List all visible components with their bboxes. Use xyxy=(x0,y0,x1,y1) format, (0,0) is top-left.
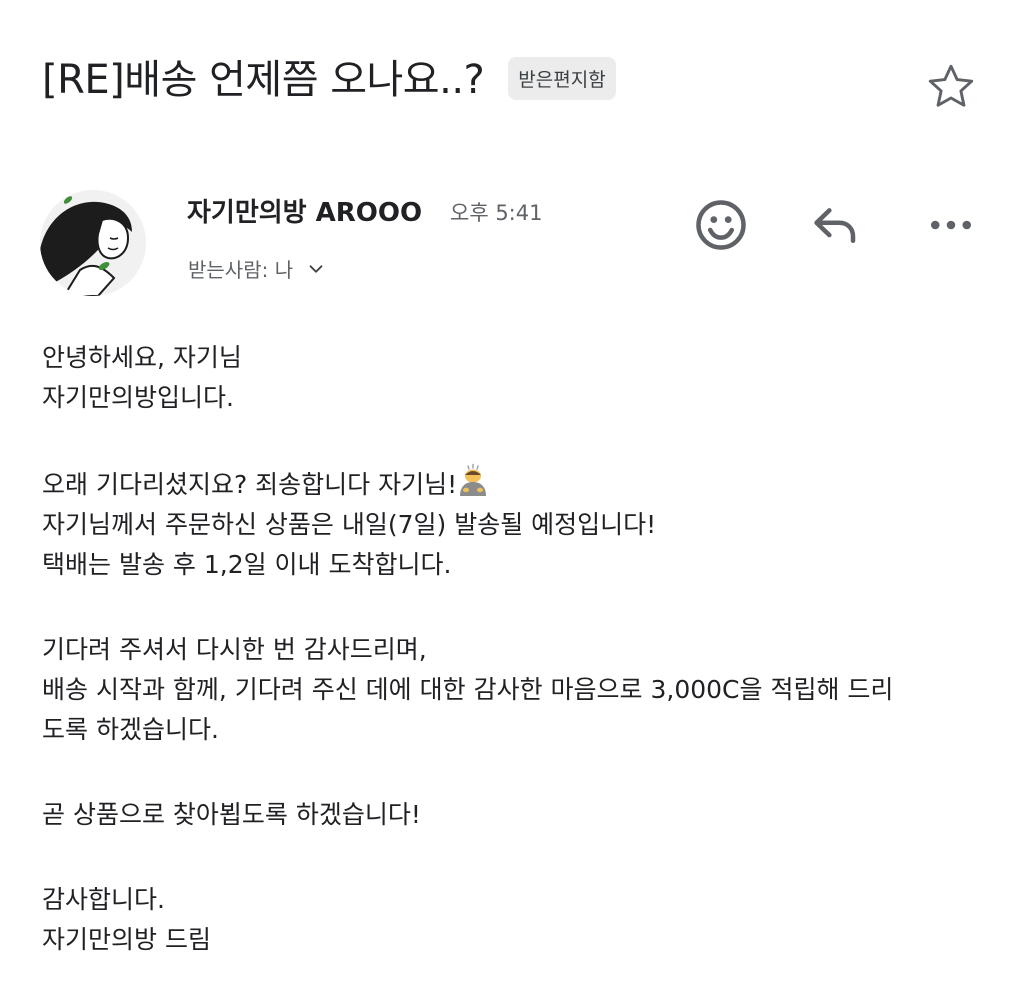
email-subject: [RE]배송 언제쯤 오나요..? xyxy=(42,57,485,103)
sender-header: 자기만의방 AROOO 오후 5:41 받는사람: 나 xyxy=(40,188,984,298)
emoji-smile-icon xyxy=(696,200,746,250)
body-paragraph-reward: 기다려 주셔서 다시한 번 감사드리며, 배송 시작과 함께, 기다려 주신 데… xyxy=(42,630,984,750)
body-line: 자기님께서 주문하신 상품은 내일(7일) 발송될 예정입니다! xyxy=(42,510,657,539)
subject-row: [RE]배송 언제쯤 오나요..? 받은편지함 xyxy=(42,44,984,108)
avatar[interactable] xyxy=(40,190,146,296)
body-paragraph-greeting: 안녕하세요, 자기님 자기만의방입니다. xyxy=(42,338,984,418)
body-line: 택배는 발송 후 1,2일 이내 도착합니다. xyxy=(42,550,452,579)
email-body: 안녕하세요, 자기님 자기만의방입니다. 오래 기다리셨지요? 죄송합니다 자기… xyxy=(42,338,984,1005)
body-line: 곧 상품으로 찾아뵙도록 하겠습니다! xyxy=(42,800,421,829)
body-line: 도록 하겠습니다. xyxy=(42,715,219,744)
body-line-with-emoji: 오래 기다리셨지요? 죄송합니다 자기님! xyxy=(42,463,984,505)
body-line: 자기만의방 드림 xyxy=(42,925,211,954)
body-line: 감사합니다. xyxy=(42,885,165,914)
body-paragraph-signature: 감사합니다. 자기만의방 드림 xyxy=(42,880,984,960)
body-line: 자기만의방입니다. xyxy=(42,383,234,412)
body-paragraph-apology: 오래 기다리셨지요? 죄송합니다 자기님! 자기님께서 주문하신 상품은 내일(… xyxy=(42,463,984,585)
reply-button[interactable] xyxy=(806,196,864,254)
star-icon[interactable] xyxy=(924,60,978,114)
body-line: 배송 시작과 함께, 기다려 주신 데에 대한 감사한 마음으로 3,000C을… xyxy=(42,675,894,704)
recipient-toggle[interactable]: 받는사람: 나 xyxy=(188,254,327,283)
bowing-person-emoji-icon xyxy=(460,463,487,496)
sender-name[interactable]: 자기만의방 AROOO xyxy=(187,192,422,229)
more-horizontal-icon xyxy=(930,220,972,230)
body-line: 안녕하세요, 자기님 xyxy=(42,343,242,372)
reply-arrow-icon xyxy=(814,208,856,243)
chevron-down-icon[interactable] xyxy=(305,258,327,280)
more-options-button[interactable] xyxy=(922,196,980,254)
body-line: 기다려 주셔서 다시한 번 감사드리며, xyxy=(42,635,427,664)
email-time: 오후 5:41 xyxy=(450,201,543,225)
recipient-label: 받는사람: 나 xyxy=(188,258,294,282)
body-line-text: 오래 기다리셨지요? 죄송합니다 자기님! xyxy=(42,470,458,499)
inbox-label-chip[interactable]: 받은편지함 xyxy=(508,56,616,100)
body-paragraph-closing: 곧 상품으로 찾아뵙도록 하겠습니다! xyxy=(42,795,984,835)
emoji-reaction-button[interactable] xyxy=(692,196,750,254)
